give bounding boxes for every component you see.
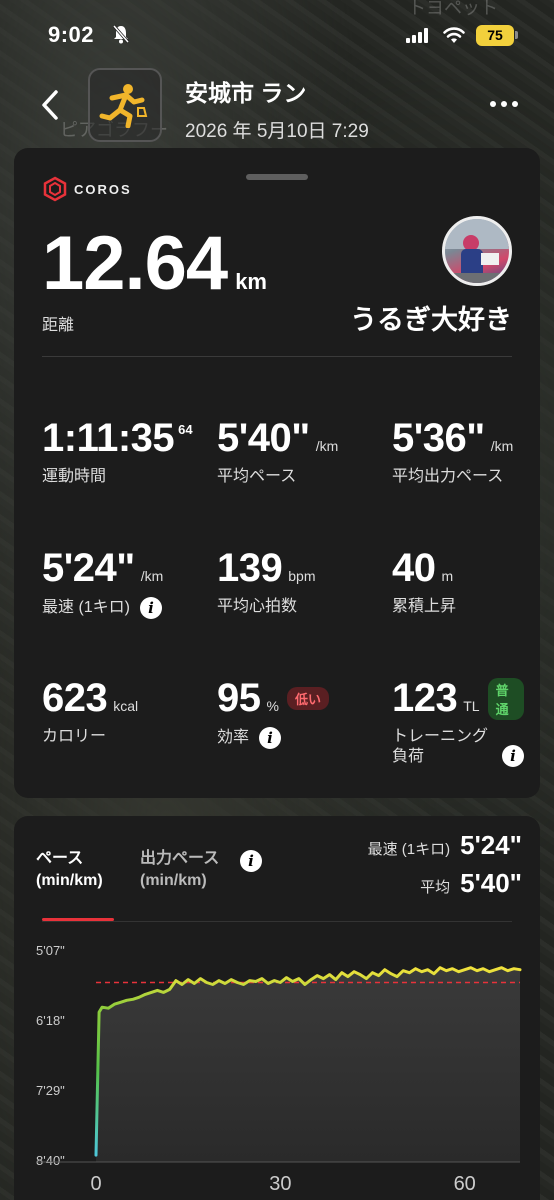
stat-unit: /km — [140, 568, 164, 584]
stat-calories: 623 kcal カロリー — [42, 676, 138, 747]
stat-value: 40 — [392, 546, 436, 590]
stat-unit: kcal — [113, 698, 139, 714]
fastest-km-summary: 最速 (1キロ) 5'24" — [368, 830, 522, 861]
stat-total-ascent: 40 m 累積上昇 — [392, 546, 456, 617]
y-tick-label: 8'40" — [36, 1153, 65, 1168]
drag-handle[interactable] — [246, 174, 308, 180]
stat-unit: bpm — [288, 568, 316, 584]
stat-label: 平均出力ペース — [392, 468, 504, 485]
stat-fastest-km: 5'24" /km 最速 (1キロ) i — [42, 546, 163, 619]
y-tick-label: 5'07" — [36, 943, 65, 958]
divider — [42, 356, 512, 357]
muted-bell-icon — [112, 25, 130, 44]
stat-value: 5'40" — [217, 416, 310, 460]
runner-icon — [99, 84, 148, 128]
stat-label: トレーニング — [392, 728, 489, 745]
stat-label: 平均ペース — [217, 468, 297, 485]
summary-label: 平均 — [420, 879, 451, 896]
training-load-status-badge: 普通 — [487, 677, 524, 720]
stat-efficiency: 95 % 低い 効率 i — [217, 676, 329, 749]
wifi-icon — [443, 27, 465, 43]
y-tick-label: 7'29" — [36, 1083, 65, 1098]
x-tick-label: 30 — [269, 1173, 291, 1195]
average-pace-summary: 平均 5'40" — [420, 868, 522, 899]
stat-value: 5'36" — [392, 416, 485, 460]
info-icon[interactable]: i — [259, 727, 282, 749]
y-tick-label: 6'18" — [36, 1013, 65, 1028]
summary-value: 5'24" — [460, 830, 522, 860]
tab-unit: (min/km) — [140, 872, 207, 889]
tab-label: ペース — [36, 850, 84, 867]
stat-label: 運動時間 — [42, 468, 107, 485]
summary-value: 5'40" — [460, 868, 522, 898]
stat-unit: TL — [463, 698, 480, 714]
cellular-signal-icon — [406, 27, 428, 43]
tab-power-pace[interactable]: 出力ペース (min/km) — [140, 848, 219, 892]
stat-unit: /km — [490, 438, 514, 454]
coros-logo: COROS — [42, 176, 132, 202]
info-icon[interactable]: i — [502, 745, 524, 767]
x-tick-label: 60 — [454, 1173, 476, 1195]
coros-hexagon-icon — [43, 176, 67, 202]
stat-value: 139 — [217, 546, 283, 590]
stat-label: 累積上昇 — [392, 598, 457, 615]
back-chevron-icon[interactable] — [36, 88, 66, 122]
status-bar: 9:02 75 — [0, 0, 554, 60]
info-icon[interactable]: i — [240, 850, 262, 872]
battery-nub — [515, 31, 518, 39]
x-tick-label: 0 — [90, 1173, 101, 1195]
efficiency-status-badge: 低い — [286, 687, 329, 710]
distance-value: 12.64 km — [42, 220, 267, 307]
tab-label: 出力ペース — [140, 850, 220, 867]
stat-value: 1:11:35 — [42, 416, 175, 460]
pace-area — [96, 967, 520, 1162]
tab-pace[interactable]: ペース (min/km) — [36, 848, 103, 892]
stat-avg-heart-rate: 139 bpm 平均心拍数 — [217, 546, 315, 617]
stat-training-load: 123 TL 普通 トレーニング 負荷 i — [392, 676, 524, 767]
stat-avg-pace: 5'40" /km 平均ペース — [217, 416, 338, 487]
stat-value: 5'24" — [42, 546, 135, 590]
brand-name: COROS — [74, 181, 132, 197]
stat-value: 123 — [392, 676, 458, 720]
tab-unit: (min/km) — [36, 872, 103, 889]
stat-duration: 1:11:35 64 運動時間 — [42, 416, 193, 487]
stat-unit: % — [266, 698, 279, 714]
distance-label: 距離 — [42, 317, 75, 334]
activity-type-icon — [88, 68, 162, 142]
stat-value: 95 — [217, 676, 261, 720]
stat-value: 623 — [42, 676, 108, 720]
summary-card: COROS 12.64 km 距離 うるぎ大好き 1:11:35 64 運動時間… — [14, 148, 540, 798]
avatar-photo — [445, 219, 509, 283]
stat-label: 効率 — [217, 729, 250, 746]
pace-chart-card: ペース (min/km) 出力ペース (min/km) i 最速 (1キロ) 5… — [14, 816, 540, 1200]
stat-label: カロリー — [42, 728, 107, 745]
info-icon[interactable]: i — [140, 597, 163, 619]
more-options-icon[interactable] — [490, 101, 518, 107]
battery-indicator: 75 — [476, 25, 514, 46]
stat-label-line2: 負荷 — [392, 748, 425, 765]
status-time: 9:02 — [48, 22, 95, 47]
activity-datetime: 2026 年 5月10日 7:29 — [185, 121, 369, 142]
distance-number: 12.64 — [42, 221, 228, 306]
avatar[interactable] — [442, 216, 512, 286]
username[interactable]: うるぎ大好き — [350, 298, 512, 337]
summary-label: 最速 (1キロ) — [367, 841, 451, 858]
stat-label: 平均心拍数 — [217, 598, 298, 615]
stat-unit: m — [441, 568, 454, 584]
stat-avg-power-pace: 5'36" /km 平均出力ペース — [392, 416, 513, 487]
activity-title: 安城市 ラン — [185, 80, 307, 106]
tab-divider — [42, 921, 512, 922]
stat-label: 最速 (1キロ) — [42, 599, 131, 616]
distance-unit: km — [235, 269, 267, 294]
stat-hundredths: 64 — [178, 422, 193, 437]
stat-unit: /km — [315, 438, 339, 454]
pace-chart[interactable]: 5'07" 6'18" 7'29" 8'40" 0 30 60 — [14, 926, 540, 1200]
